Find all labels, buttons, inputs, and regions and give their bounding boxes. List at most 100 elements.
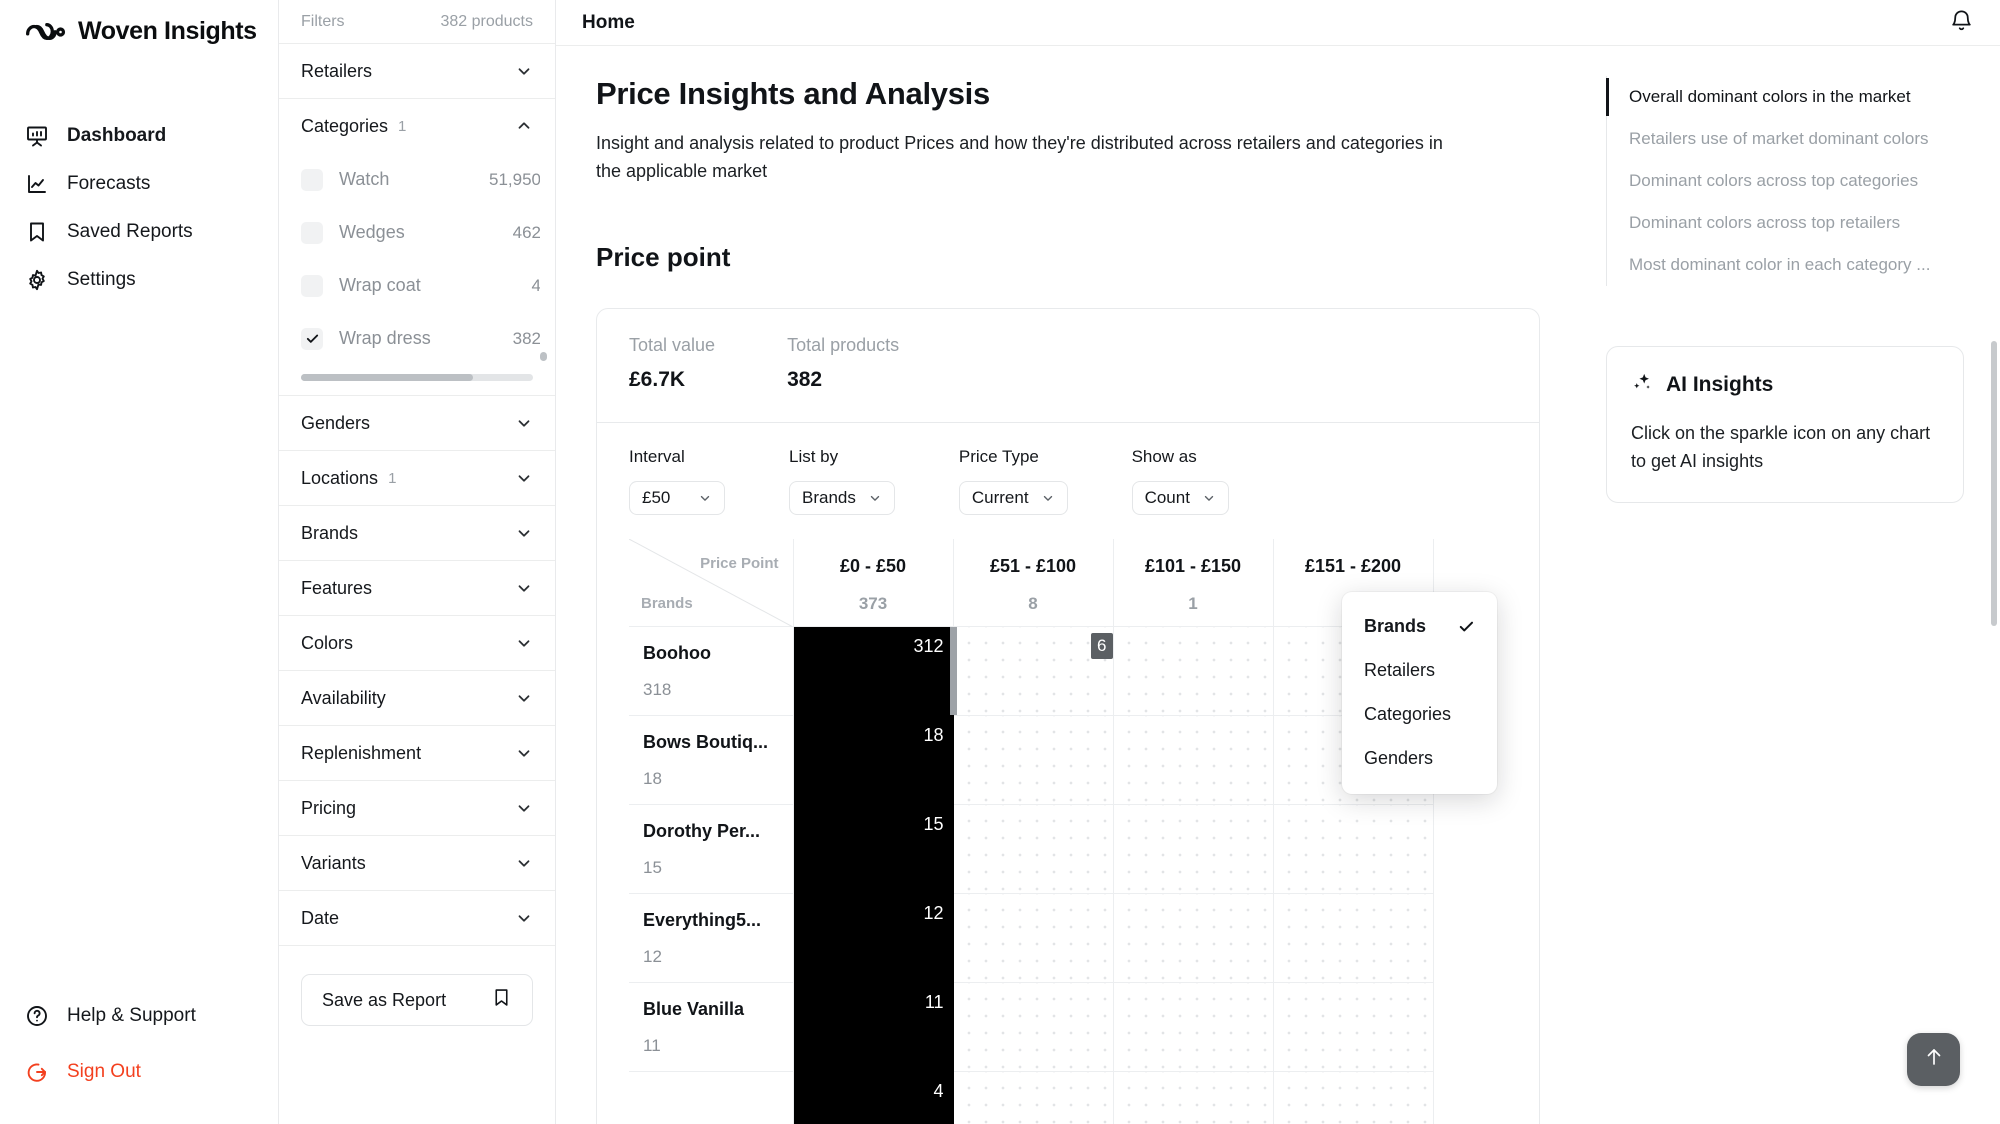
facet-pricing[interactable]: Pricing xyxy=(279,781,555,836)
column-header[interactable]: £0 - £50 373 xyxy=(792,538,954,628)
sidebar-item-help-support[interactable]: Help & Support xyxy=(0,992,278,1040)
checkbox-unchecked-icon[interactable] xyxy=(301,274,323,297)
toc-item-top-categories[interactable]: Dominant colors across top categories xyxy=(1607,160,1964,202)
sidebar-item-sign-out[interactable]: Sign Out xyxy=(0,1048,278,1096)
facet-features-header[interactable]: Features xyxy=(279,561,555,615)
column-header[interactable]: £51 - £100 8 xyxy=(952,538,1114,628)
facet-categories-header[interactable]: Categories 1 xyxy=(279,99,555,153)
sidebar-item-label: Settings xyxy=(67,269,136,290)
scroll-to-top-button[interactable] xyxy=(1907,1033,1960,1086)
list-item[interactable]: Wrap coat 4 xyxy=(301,259,541,312)
chevron-down-icon xyxy=(1041,491,1055,505)
list-item[interactable]: Wedges 462 xyxy=(301,206,541,259)
table-corner-cell: Price Point Brands xyxy=(629,538,794,628)
heatmap-cell[interactable]: 12 xyxy=(792,893,954,984)
sidebar-item-dashboard[interactable]: Dashboard xyxy=(0,112,278,160)
list-item[interactable]: Wrap dress 382 xyxy=(301,312,541,365)
heatmap-cell[interactable] xyxy=(1112,893,1274,984)
heatmap-cell[interactable] xyxy=(1272,982,1434,1073)
dropdown-option-categories[interactable]: Categories xyxy=(1342,692,1497,736)
column-header[interactable]: £101 - £150 1 xyxy=(1112,538,1274,628)
facet-genders[interactable]: Genders xyxy=(279,396,555,451)
facet-date-header[interactable]: Date xyxy=(279,891,555,945)
facet-availability-header[interactable]: Availability xyxy=(279,671,555,725)
row-header[interactable]: Bows Boutiq... 18 xyxy=(629,715,794,806)
sidebar-item-settings[interactable]: Settings xyxy=(0,256,278,304)
heatmap-cell[interactable]: 6 xyxy=(949,626,1114,717)
list-by-dropdown-menu[interactable]: Brands Retailers Categories Genders xyxy=(1342,592,1497,794)
sidebar-item-label: Sign Out xyxy=(67,1061,141,1082)
heatmap-cell[interactable]: 11 xyxy=(792,982,954,1073)
facet-variants-header[interactable]: Variants xyxy=(279,836,555,890)
column-resize-handle[interactable] xyxy=(949,627,957,716)
category-option-list[interactable]: Watch 51,950 Wedges 462 Wrap coat 4 Wrap… xyxy=(279,153,555,368)
toc-item-overall-dominant-colors[interactable]: Overall dominant colors in the market xyxy=(1606,76,1964,118)
facet-colors[interactable]: Colors xyxy=(279,616,555,671)
row-header[interactable]: Everything5... 12 xyxy=(629,893,794,984)
heatmap-cell[interactable] xyxy=(1112,1071,1274,1124)
save-as-report-button[interactable]: Save as Report xyxy=(301,974,533,1026)
heatmap-cell[interactable] xyxy=(1272,1071,1434,1124)
sidebar-item-saved-reports[interactable]: Saved Reports xyxy=(0,208,278,256)
show-as-select[interactable]: Count xyxy=(1131,480,1229,515)
row-header[interactable] xyxy=(629,1071,794,1124)
row-header[interactable]: Boohoo 318 xyxy=(629,626,794,717)
heatmap-cell[interactable] xyxy=(952,804,1114,895)
facet-replenishment[interactable]: Replenishment xyxy=(279,726,555,781)
facet-title: Replenishment xyxy=(301,742,422,763)
facet-replenishment-header[interactable]: Replenishment xyxy=(279,726,555,780)
facet-brands[interactable]: Brands xyxy=(279,506,555,561)
heatmap-cell[interactable] xyxy=(952,1071,1114,1124)
page-title: Price Insights and Analysis xyxy=(596,76,990,111)
toc-item-most-dominant-each-category[interactable]: Most dominant color in each category ... xyxy=(1607,244,1964,286)
heatmap-cell[interactable] xyxy=(1272,804,1434,895)
row-header[interactable]: Blue Vanilla 11 xyxy=(629,982,794,1073)
dropdown-option-brands[interactable]: Brands xyxy=(1342,604,1497,648)
toc-item-retailers-use[interactable]: Retailers use of market dominant colors xyxy=(1607,118,1964,160)
checkbox-unchecked-icon[interactable] xyxy=(301,221,323,244)
facet-retailers-header[interactable]: Retailers xyxy=(279,44,555,98)
heatmap-cell[interactable] xyxy=(1112,982,1274,1073)
heatmap-cell[interactable]: 312 xyxy=(792,626,954,717)
facet-title: Retailers xyxy=(301,60,373,81)
facet-features[interactable]: Features xyxy=(279,561,555,616)
facet-genders-header[interactable]: Genders xyxy=(279,396,555,450)
checkbox-checked-icon[interactable] xyxy=(301,327,323,350)
price-type-select[interactable]: Current xyxy=(958,480,1068,515)
list-item[interactable]: Watch 51,950 xyxy=(301,153,541,206)
checkbox-unchecked-icon[interactable] xyxy=(301,168,323,191)
category-list-scrollbar[interactable] xyxy=(540,161,547,361)
dropdown-option-retailers[interactable]: Retailers xyxy=(1342,648,1497,692)
facet-locations[interactable]: Locations 1 xyxy=(279,451,555,506)
facet-variants[interactable]: Variants xyxy=(279,836,555,891)
dropdown-option-genders[interactable]: Genders xyxy=(1342,736,1497,780)
interval-select[interactable]: £50 xyxy=(629,480,725,515)
heatmap-cell[interactable] xyxy=(1272,893,1434,984)
heatmap-cell[interactable] xyxy=(1112,804,1274,895)
sidebar-item-forecasts[interactable]: Forecasts xyxy=(0,160,278,208)
facet-date[interactable]: Date xyxy=(279,891,555,946)
facet-colors-header[interactable]: Colors xyxy=(279,616,555,670)
facet-availability[interactable]: Availability xyxy=(279,671,555,726)
show-as-value: Count xyxy=(1144,487,1190,507)
facet-pricing-header[interactable]: Pricing xyxy=(279,781,555,835)
heatmap-cell[interactable]: 15 xyxy=(792,804,954,895)
page-scrollbar[interactable] xyxy=(1991,341,1997,626)
heatmap-cell[interactable] xyxy=(952,715,1114,806)
bell-icon[interactable] xyxy=(1949,8,1974,38)
facet-brands-header[interactable]: Brands xyxy=(279,506,555,560)
toc-item-top-retailers[interactable]: Dominant colors across top retailers xyxy=(1607,202,1964,244)
heatmap-cell[interactable] xyxy=(952,982,1114,1073)
heatmap-cell[interactable]: 18 xyxy=(792,715,954,806)
heatmap-cell[interactable] xyxy=(952,893,1114,984)
category-list-horizontal-scrollbar[interactable] xyxy=(301,374,533,381)
list-by-select[interactable]: Brands xyxy=(789,480,895,515)
facet-retailers[interactable]: Retailers xyxy=(279,44,555,99)
heatmap-cell[interactable] xyxy=(1112,626,1274,717)
list-item[interactable]: Wrap skirt 970 xyxy=(301,365,541,368)
row-header[interactable]: Dorothy Per... 15 xyxy=(629,804,794,895)
facet-locations-header[interactable]: Locations 1 xyxy=(279,451,555,505)
heatmap-cell[interactable]: 4 xyxy=(792,1071,954,1124)
heatmap-cell[interactable] xyxy=(1112,715,1274,806)
heatmap-cell-value: 11 xyxy=(924,992,944,1013)
